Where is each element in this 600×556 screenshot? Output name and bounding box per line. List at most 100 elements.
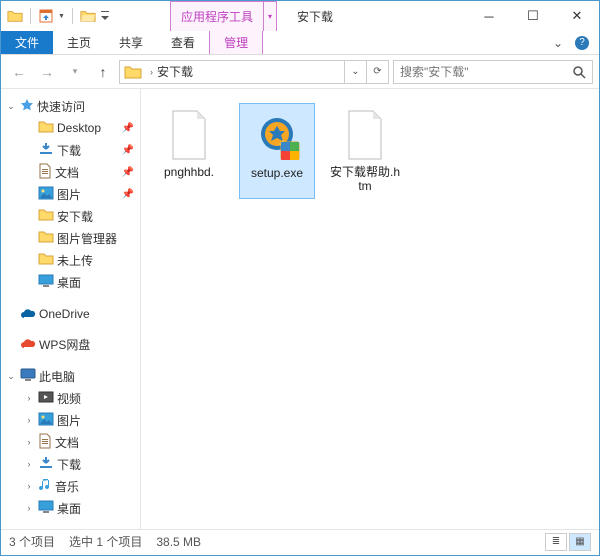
sidebar-item-this-pc[interactable]: ⌄ 此电脑 bbox=[1, 365, 140, 387]
expand-icon[interactable]: › bbox=[23, 415, 35, 425]
desktop-icon bbox=[38, 274, 54, 291]
address-dropdown-icon[interactable]: ⌄ bbox=[344, 61, 366, 83]
sidebar-item-label: 音乐 bbox=[55, 478, 79, 495]
close-button[interactable]: ✕ bbox=[555, 1, 599, 31]
folder-icon bbox=[38, 252, 54, 269]
navigation-bar: ← → ▾ ↑ › 安下载 ⌄ ⟳ bbox=[1, 55, 599, 89]
sidebar-item-label: 此电脑 bbox=[39, 368, 75, 385]
folder-icon bbox=[38, 120, 54, 137]
status-selection: 选中 1 个项目 bbox=[69, 533, 142, 550]
sidebar-item-文档[interactable]: ›文档 bbox=[1, 431, 140, 453]
sidebar-item-label: 图片 bbox=[57, 186, 81, 203]
folder-open-icon[interactable] bbox=[80, 8, 96, 24]
expand-icon[interactable]: › bbox=[23, 459, 35, 469]
sidebar-item-视频[interactable]: ›视频 bbox=[1, 387, 140, 409]
forward-button[interactable]: → bbox=[35, 60, 59, 84]
chevron-down-icon[interactable]: ▼ bbox=[58, 13, 65, 20]
up-button[interactable]: ↑ bbox=[91, 60, 115, 84]
sidebar-item-quick-access[interactable]: ⌄ 快速访问 bbox=[1, 95, 140, 117]
pictures-icon bbox=[38, 186, 54, 203]
sidebar-item-桌面[interactable]: 桌面 bbox=[1, 271, 140, 293]
title-bar: ▼ 应用程序工具 ▾ 安下载 ─ ☐ ✕ bbox=[1, 1, 599, 31]
file-icon bbox=[341, 107, 389, 163]
sidebar-item-label: 未上传 bbox=[57, 252, 93, 269]
qat-options-icon[interactable] bbox=[100, 8, 110, 24]
folder-icon bbox=[124, 64, 142, 80]
search-box[interactable] bbox=[393, 60, 593, 84]
recent-locations-icon[interactable]: ▾ bbox=[63, 60, 87, 84]
pin-icon: 📌 bbox=[122, 189, 134, 200]
navigation-pane: ⌄ 快速访问 Desktop📌下载📌文档📌图片📌安下载图片管理器未上传桌面 On… bbox=[1, 89, 141, 529]
sidebar-item-音乐[interactable]: › 音乐 bbox=[1, 475, 140, 497]
address-bar[interactable]: › 安下载 ⌄ ⟳ bbox=[119, 60, 389, 84]
download-icon bbox=[38, 456, 54, 473]
sidebar-item-下载[interactable]: › 下载 bbox=[1, 453, 140, 475]
file-name: setup.exe bbox=[251, 166, 303, 180]
sidebar-item-图片管理器[interactable]: 图片管理器 bbox=[1, 227, 140, 249]
sidebar-item-未上传[interactable]: 未上传 bbox=[1, 249, 140, 271]
sidebar-item-Desktop[interactable]: Desktop📌 bbox=[1, 117, 140, 139]
download-icon bbox=[38, 142, 54, 159]
sidebar-item-下载[interactable]: 下载📌 bbox=[1, 139, 140, 161]
pictures-icon bbox=[38, 412, 54, 429]
expand-icon[interactable]: › bbox=[23, 503, 35, 513]
icons-view-button[interactable]: ▦ bbox=[569, 533, 591, 551]
sidebar-item-label: 下载 bbox=[57, 142, 81, 159]
tab-manage[interactable]: 管理 bbox=[209, 31, 263, 54]
sidebar-item-label: 快速访问 bbox=[37, 98, 85, 115]
sidebar-item-label: 文档 bbox=[55, 164, 79, 181]
expand-icon[interactable]: › bbox=[23, 393, 35, 403]
file-name: 安下载帮助.htm bbox=[329, 165, 401, 193]
music-icon bbox=[38, 477, 52, 496]
tab-file[interactable]: 文件 bbox=[1, 31, 53, 54]
tab-view[interactable]: 查看 bbox=[157, 31, 209, 54]
sidebar-item-wps[interactable]: WPS网盘 bbox=[1, 333, 140, 355]
chevron-down-icon[interactable]: ▾ bbox=[264, 1, 277, 31]
tab-home[interactable]: 主页 bbox=[53, 31, 105, 54]
breadcrumb-folder[interactable]: 安下载 bbox=[157, 63, 193, 80]
sidebar-item-onedrive[interactable]: OneDrive bbox=[1, 303, 140, 325]
sidebar-item-label: WPS网盘 bbox=[39, 336, 90, 353]
contextual-tab-label: 应用程序工具 bbox=[170, 1, 264, 31]
tab-share[interactable]: 共享 bbox=[105, 31, 157, 54]
minimize-button[interactable]: ─ bbox=[467, 1, 511, 31]
sidebar-item-图片[interactable]: ›图片 bbox=[1, 409, 140, 431]
collapse-icon[interactable]: ⌄ bbox=[5, 371, 17, 382]
sidebar-item-桌面[interactable]: › 桌面 bbox=[1, 497, 140, 519]
desktop-icon bbox=[38, 500, 54, 517]
expand-ribbon-icon[interactable]: ⌄ bbox=[553, 36, 563, 50]
sidebar-item-图片[interactable]: 图片 📌 bbox=[1, 183, 140, 205]
sidebar-item-安下载[interactable]: 安下载 bbox=[1, 205, 140, 227]
refresh-button[interactable]: ⟳ bbox=[366, 61, 388, 83]
file-icon bbox=[165, 107, 213, 163]
maximize-button[interactable]: ☐ bbox=[511, 1, 555, 31]
file-list[interactable]: pnghhbd. setup.exe 安下载帮助.htm bbox=[141, 89, 599, 529]
chevron-right-icon[interactable]: › bbox=[146, 67, 157, 77]
quick-access-toolbar: ▼ bbox=[1, 8, 110, 24]
file-item[interactable]: 安下载帮助.htm bbox=[327, 103, 403, 199]
help-icon[interactable]: ? bbox=[575, 36, 589, 50]
properties-icon[interactable] bbox=[38, 8, 54, 24]
file-item[interactable]: pnghhbd. bbox=[151, 103, 227, 199]
details-view-button[interactable]: ≣ bbox=[545, 533, 567, 551]
search-input[interactable] bbox=[394, 65, 566, 79]
file-item[interactable]: setup.exe bbox=[239, 103, 315, 199]
sidebar-item-label: OneDrive bbox=[39, 307, 90, 321]
expand-icon[interactable]: › bbox=[23, 437, 35, 447]
sidebar-item-文档[interactable]: 文档📌 bbox=[1, 161, 140, 183]
separator bbox=[72, 8, 73, 24]
cloud-icon bbox=[20, 307, 36, 322]
folder-icon bbox=[7, 8, 23, 24]
sidebar-item-label: 下载 bbox=[57, 456, 81, 473]
sidebar-item-label: 桌面 bbox=[57, 500, 81, 517]
pin-icon: 📌 bbox=[122, 123, 134, 134]
collapse-icon[interactable]: ⌄ bbox=[5, 101, 17, 112]
videos-icon bbox=[38, 390, 54, 407]
wps-icon bbox=[20, 337, 36, 352]
folder-icon bbox=[38, 208, 54, 225]
expand-icon[interactable]: › bbox=[23, 481, 35, 491]
window-controls: ─ ☐ ✕ bbox=[467, 1, 599, 31]
back-button[interactable]: ← bbox=[7, 60, 31, 84]
contextual-tab-group: 应用程序工具 ▾ bbox=[170, 1, 277, 31]
search-icon[interactable] bbox=[566, 61, 592, 83]
